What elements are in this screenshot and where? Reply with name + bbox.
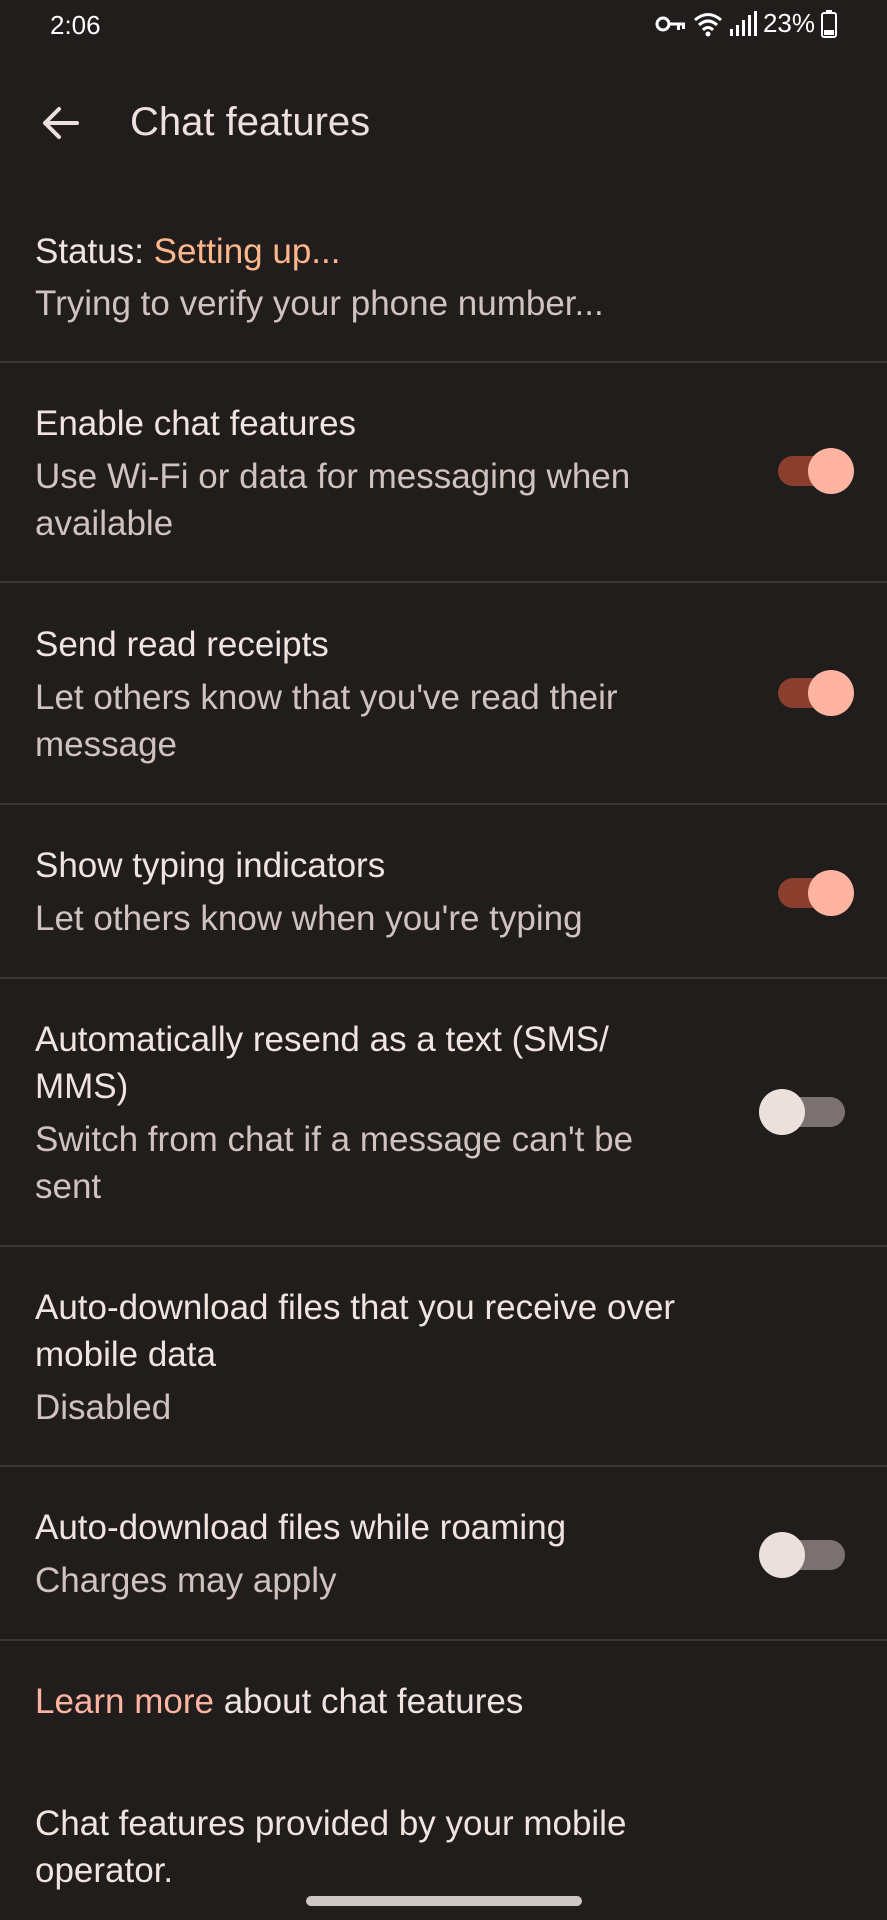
setting-subtitle: Let others know that you've read their (35, 678, 618, 717)
status-time: 2:06 (50, 10, 101, 40)
status-value: Setting up... (153, 232, 341, 271)
operator-footer: Chat features provided by your mobile op… (0, 1780, 887, 1900)
toggle-send-read-receipts[interactable] (768, 665, 854, 716)
setting-title: Automatically resend as a text (SMS/ (35, 1020, 609, 1059)
setting-enable-chat-features[interactable]: Enable chat features Use Wi-Fi or data f… (0, 363, 887, 581)
app-bar: Chat features (0, 70, 887, 180)
setting-auto-download-roaming[interactable]: Auto-download files while roaming Charge… (0, 1467, 887, 1639)
toggle-show-typing-indicators[interactable] (768, 865, 854, 916)
footer-text: operator. (35, 1851, 174, 1890)
toggle-auto-download-roaming[interactable] (755, 1527, 845, 1578)
status-icons: 23% (655, 8, 837, 39)
setting-subtitle: sent (35, 1167, 102, 1206)
setting-title: Show typing indicators (35, 846, 386, 885)
setting-auto-download-mobile-data[interactable]: Auto-download files that you receive ove… (0, 1247, 887, 1465)
footer-text: Chat features provided by your mobile (35, 1804, 627, 1843)
battery-level: 23% (762, 8, 815, 38)
wifi-icon (693, 11, 723, 37)
status-label: Status: (35, 232, 154, 271)
status-section: Status: Setting up... Trying to verify y… (0, 220, 887, 362)
setting-subtitle: Disabled (35, 1388, 172, 1427)
learn-more-row: Learn more about chat features (0, 1641, 887, 1761)
arrow-back-icon (41, 106, 79, 145)
vpn-key-icon (655, 14, 687, 34)
setting-subtitle: available (35, 504, 174, 543)
battery-icon (821, 9, 837, 38)
setting-title: Enable chat features (35, 404, 357, 443)
setting-show-typing-indicators[interactable]: Show typing indicators Let others know w… (0, 805, 887, 977)
page-title: Chat features (130, 100, 371, 144)
toggle-auto-resend-sms[interactable] (755, 1084, 845, 1135)
setting-title: mobile data (35, 1335, 216, 1374)
learn-more-rest: about chat features (213, 1682, 524, 1721)
status-bar: 2:06 23% (0, 0, 887, 56)
setting-subtitle: Charges may apply (35, 1561, 337, 1600)
status-detail: Trying to verify your phone number... (35, 284, 604, 323)
setting-subtitle: Let others know when you're typing (35, 899, 583, 938)
setting-title: Auto-download files that you receive ove… (35, 1288, 676, 1327)
setting-subtitle: Switch from chat if a message can't be (35, 1120, 634, 1159)
setting-title: Send read receipts (35, 625, 329, 664)
learn-more-text: Learn more about chat features (35, 1678, 523, 1725)
toggle-enable-chat-features[interactable] (768, 443, 854, 494)
setting-send-read-receipts[interactable]: Send read receipts Let others know that … (0, 583, 887, 803)
home-indicator[interactable] (306, 1896, 582, 1906)
setting-subtitle: message (35, 725, 178, 764)
signal-icon (729, 10, 757, 37)
setting-title: Auto-download files while roaming (35, 1508, 567, 1547)
setting-title: MMS) (35, 1067, 129, 1106)
status-line: Status: Setting up... (35, 228, 340, 275)
learn-more-link[interactable]: Learn more (35, 1682, 214, 1721)
setting-subtitle: Use Wi-Fi or data for messaging when (35, 457, 631, 496)
setting-auto-resend-sms[interactable]: Automatically resend as a text (SMS/ MMS… (0, 979, 887, 1245)
back-button[interactable] (30, 95, 90, 155)
